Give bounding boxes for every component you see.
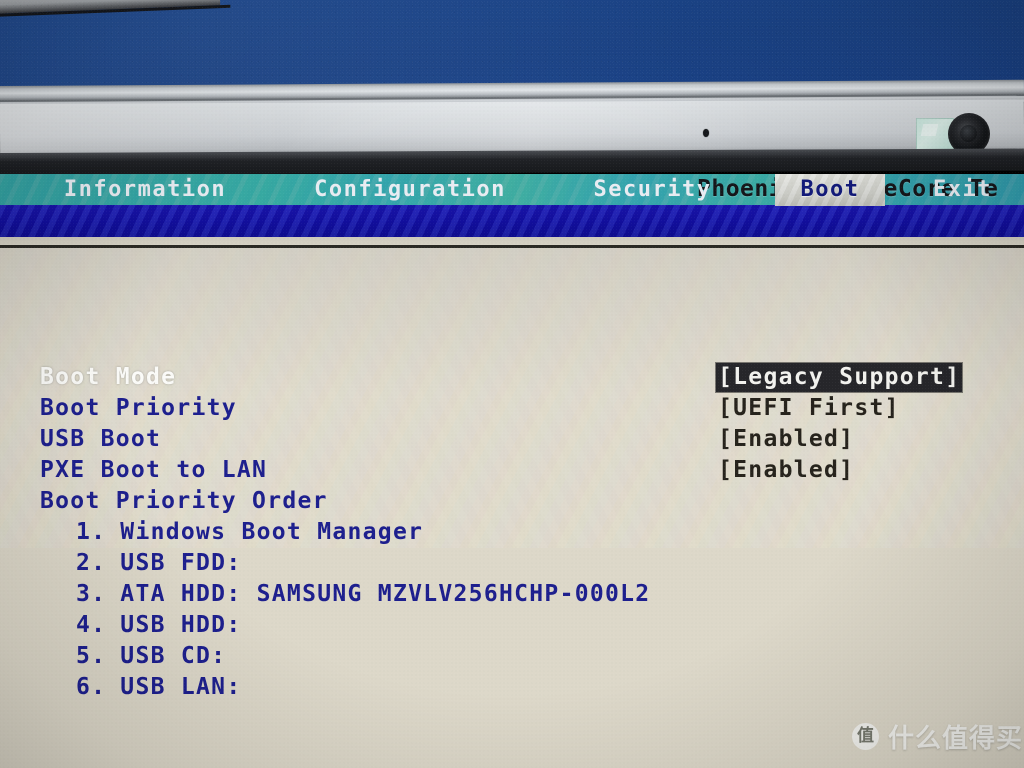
setting-label-usb-boot: USB Boot [40, 426, 162, 452]
bios-screen: Phoenix SecureCore Te Information Config… [0, 174, 1024, 768]
tab-exit-label: Exit [933, 177, 992, 202]
boot-order-label: Windows Boot Manager [120, 519, 424, 545]
tab-boot-label: Boot [800, 177, 860, 202]
bios-menu-bar [0, 205, 1024, 237]
boot-order-item[interactable]: 5. USB CD: [76, 642, 226, 671]
setting-row-usb-boot[interactable]: USB Boot [Enabled] [0, 425, 1024, 454]
boot-order-label: USB HDD: [120, 612, 242, 638]
boot-order-item[interactable]: 3. ATA HDD: SAMSUNG MZVLV256HCHP-000L2 [76, 580, 650, 609]
setting-value-boot-priority[interactable]: [UEFI First] [716, 394, 902, 423]
tab-security-label: Security [593, 177, 712, 202]
microphone-pinhole-icon [703, 129, 709, 137]
boot-order-label: USB LAN: [120, 674, 242, 700]
boot-order-label: USB CD: [120, 643, 227, 669]
boot-order-label: USB FDD: [120, 550, 242, 576]
setting-label-boot-priority: Boot Priority [40, 395, 237, 421]
boot-order-index: 3. [76, 581, 107, 607]
tab-information-label: Information [63, 177, 227, 202]
boot-order-index: 4. [76, 612, 107, 638]
wall-top-streak [0, 0, 221, 14]
boot-order-index: 1. [76, 519, 107, 545]
smzdm-logo-icon: 值 [852, 723, 879, 750]
screen-bezel [0, 99, 1024, 156]
tab-exit[interactable]: Exit [905, 174, 1020, 206]
setting-row-boot-mode[interactable]: Boot Mode [Legacy Support] [0, 363, 1024, 392]
setting-row-boot-priority[interactable]: Boot Priority [UEFI First] [0, 394, 1024, 423]
smzdm-watermark-text: 什么值得买 [888, 724, 1024, 754]
boot-order-item[interactable]: 1. Windows Boot Manager [76, 518, 423, 547]
boot-order-index: 6. [76, 674, 107, 700]
boot-order-index: 2. [76, 550, 107, 576]
setting-value-usb-boot[interactable]: [Enabled] [716, 425, 856, 454]
background-wall [0, 0, 1024, 92]
setting-label-pxe-boot-to-lan: PXE Boot to LAN [40, 457, 268, 483]
smzdm-watermark: 值 什么值得买 [852, 718, 1023, 755]
tab-configuration-label: Configuration [314, 177, 506, 202]
tab-configuration[interactable]: Configuration [290, 174, 530, 206]
bezel-sheen [0, 99, 1024, 156]
tab-information[interactable]: Information [40, 174, 250, 206]
laptop-photo: Phoenix SecureCore Te Information Config… [0, 0, 1024, 768]
boot-order-item[interactable]: 6. USB LAN: [76, 673, 241, 702]
inner-bezel-strip [0, 148, 1024, 175]
setting-label-boot-mode: Boot Mode [40, 364, 177, 390]
tab-boot[interactable]: Boot [775, 174, 885, 206]
boot-order-item[interactable]: 4. USB HDD: [76, 611, 241, 640]
setting-value-pxe-boot-to-lan[interactable]: [Enabled] [716, 456, 856, 485]
bios-content-area: Boot Mode [Legacy Support] Boot Priority… [0, 248, 1024, 768]
boot-order-item[interactable]: 2. USB FDD: [76, 549, 241, 578]
boot-priority-order-heading: Boot Priority Order [40, 488, 328, 514]
tab-security[interactable]: Security [570, 174, 735, 206]
boot-order-index: 5. [76, 643, 107, 669]
setting-value-boot-mode[interactable]: [Legacy Support] [716, 363, 963, 392]
boot-order-label: ATA HDD: SAMSUNG MZVLV256HCHP-000L2 [120, 581, 651, 607]
setting-row-pxe-boot-to-lan[interactable]: PXE Boot to LAN [Enabled] [0, 456, 1024, 485]
